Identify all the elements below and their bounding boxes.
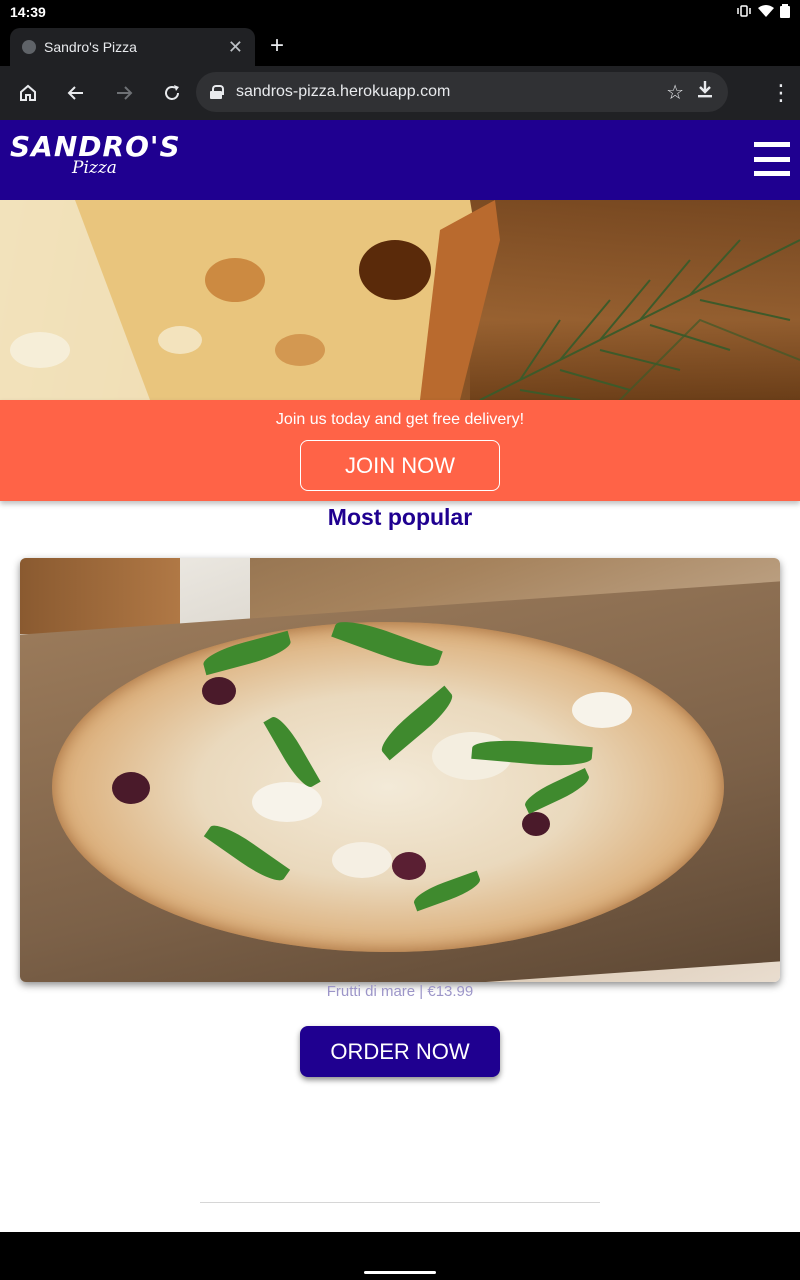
popular-item-caption: Frutti di mare | €13.99 [326,983,474,1000]
popular-pizza-image [20,558,780,982]
address-bar[interactable]: sandros-pizza.herokuapp.com ☆ [196,72,728,112]
new-tab-icon[interactable]: + [270,32,284,60]
more-icon[interactable]: ⋮ [770,66,792,120]
browser-tab[interactable]: Sandro's Pizza ✕ [10,28,255,66]
star-icon[interactable]: ☆ [666,80,684,105]
tab-strip: Sandro's Pizza ✕ + [0,24,800,66]
wifi-icon [758,4,774,21]
site-logo[interactable]: SANDRO'S Pizza [10,132,181,179]
battery-icon [780,3,790,21]
status-bar: 14:39 [0,0,800,24]
hero-image [0,200,800,400]
order-now-button[interactable]: ORDER NOW [300,1026,500,1077]
site-header: SANDRO'S Pizza [0,120,800,200]
download-icon[interactable] [696,79,714,105]
back-icon[interactable] [52,69,100,117]
hero-pizza-art [0,200,800,400]
browser-toolbar: sandros-pizza.herokuapp.com ☆ ⋮ [0,66,800,120]
url-text: sandros-pizza.herokuapp.com [236,83,451,100]
status-time: 14:39 [10,4,46,20]
close-tab-icon[interactable]: ✕ [228,37,243,58]
wood-block [20,558,180,634]
screen: 14:39 Sandro's Pizza ✕ + sandros-pizza.h… [0,0,800,1280]
join-now-button[interactable]: JOIN NOW [300,440,500,491]
globe-icon [22,40,36,54]
vibrate-icon [736,4,752,21]
home-icon[interactable] [4,69,52,117]
join-text: Join us today and get free delivery! [275,411,525,428]
lock-icon [210,85,224,99]
pizza [52,613,724,952]
gesture-handle[interactable] [364,1271,436,1274]
most-popular-title: Most popular [327,504,473,530]
footer-divider [200,1202,600,1203]
forward-icon[interactable] [100,69,148,117]
join-banner: Join us today and get free delivery! JOI… [0,400,800,501]
reload-icon[interactable] [148,69,196,117]
status-icons [736,3,790,21]
tab-title: Sandro's Pizza [44,39,137,55]
hamburger-menu-icon[interactable] [754,142,790,176]
